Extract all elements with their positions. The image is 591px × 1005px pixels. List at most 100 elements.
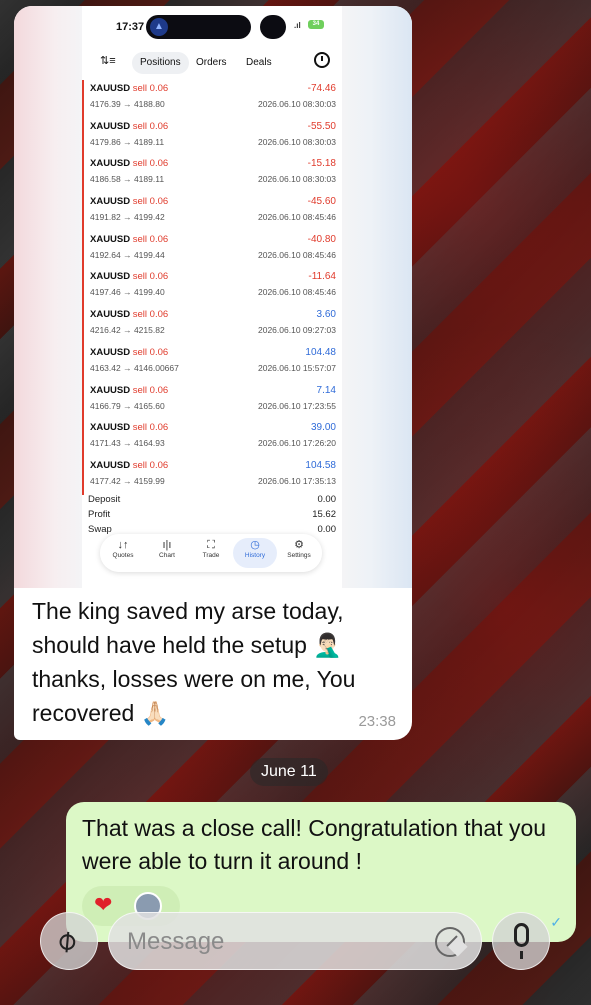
screenshot-blur-left [14, 6, 82, 588]
trade-prices: 4179.86 → 4189.11 [90, 136, 165, 147]
trade-symbol: XAUUSD sell 0.06 [90, 83, 169, 94]
trade-profit-loss: 3.60 [316, 309, 336, 321]
app-bottom-nav: ↓↑ Quotes ı|ı Chart ⛶ Trade ◷ History ⚙ Settings [100, 534, 322, 572]
trade-profit-loss: 104.48 [305, 346, 336, 358]
trade-row: XAUUSD sell 0.06 4191.82 → 4199.42 -45.60 2… [82, 193, 342, 231]
attach-button[interactable]: ⌀ [40, 912, 98, 970]
screenshot-blur-right [342, 6, 412, 588]
trade-prices: 4191.82 → 4199.42 [90, 212, 165, 223]
trade-row: XAUUSD sell 0.06 4216.42 → 4215.82 3.60 202… [82, 306, 342, 344]
trade-time: 2026.06.10 08:45:46 [258, 212, 336, 223]
status-time: 17:37 [116, 21, 145, 33]
trade-icon: ⛶ [207, 539, 215, 551]
trade-prices: 4176.39 → 4188.80 [90, 99, 165, 109]
battery-icon: 34 [308, 20, 324, 29]
tab-positions: Positions [132, 52, 189, 74]
summary-value: 15.62 [312, 509, 336, 520]
trade-row: XAUUSD sell 0.06 4177.42 → 4159.99 104.58 2… [82, 456, 342, 495]
trade-prices: 4163.42 → 4146.00667 [90, 362, 179, 373]
trade-prices: 4171.43 → 4164.93 [90, 438, 165, 449]
nav-item-chart: ı|ı Chart [145, 538, 189, 568]
history-icon: ◷ [250, 539, 260, 551]
paperclip-icon: ⌀ [48, 922, 84, 959]
dynamic-island: ▲ [146, 15, 251, 39]
trade-symbol: XAUUSD sell 0.06 [90, 422, 169, 434]
summary-row: Deposit 0.00 [82, 494, 342, 509]
outgoing-message-text: That was a close call! Congratulation th… [82, 815, 547, 874]
trade-prices: 4186.58 → 4189.11 [90, 174, 165, 185]
account-summary: Deposit 0.00 Profit 15.62 Swap 0.00 [82, 494, 342, 539]
summary-label: Profit [88, 509, 111, 520]
trade-profit-loss: -40.80 [307, 233, 336, 245]
summary-label: Swap [88, 524, 112, 535]
message-field[interactable] [108, 912, 482, 970]
summary-row: Profit 15.62 [82, 509, 342, 524]
clock-icon [314, 52, 330, 68]
trade-time: 2026.06.10 08:30:03 [258, 136, 336, 147]
trade-symbol: XAUUSD sell 0.06 [90, 271, 169, 283]
trade-row: XAUUSD sell 0.06 4197.46 → 4199.40 -11.64 2… [82, 268, 342, 307]
chart-icon: ı|ı [162, 539, 172, 551]
trade-profit-loss: -74.46 [307, 83, 336, 94]
summary-value: 0.00 [317, 524, 337, 535]
trade-profit-loss: 39.00 [310, 422, 336, 434]
trade-time: 2026.06.10 17:35:13 [258, 475, 336, 486]
nav-label: Settings [287, 552, 311, 559]
trade-symbol: XAUUSD sell 0.06 [90, 459, 169, 471]
trade-prices: 4192.64 → 4199.44 [90, 249, 165, 260]
trade-time: 2026.06.10 09:27:03 [258, 325, 336, 336]
trade-profit-loss: -45.60 [307, 196, 336, 208]
trade-time: 2026.06.10 08:30:03 [258, 99, 336, 109]
trade-symbol: XAUUSD sell 0.06 [90, 346, 169, 358]
quotes-icon: ↓↑ [117, 539, 129, 551]
history-tab-bar: ⇅≡ Positions Orders Deals [82, 44, 342, 78]
nav-label: History [244, 552, 266, 559]
nav-label: Trade [202, 552, 220, 559]
settings-icon: ⚙ [294, 539, 304, 551]
trade-row: XAUUSD sell 0.06 4192.64 → 4199.44 -40.80 2… [82, 230, 342, 269]
voice-message-button[interactable] [492, 912, 550, 970]
date-separator: June 11 [250, 758, 328, 786]
nav-item-trade: ⛶ Trade [189, 538, 233, 568]
nav-label: Quotes [112, 552, 134, 559]
sticker-icon[interactable] [435, 927, 465, 957]
trade-symbol: XAUUSD sell 0.06 [90, 233, 169, 245]
incoming-message-text: The king saved my arse today, should hav… [32, 598, 356, 726]
trade-row: XAUUSD sell 0.06 4163.42 → 4146.00667 104.… [82, 343, 342, 382]
trade-symbol: XAUUSD sell 0.06 [90, 196, 169, 208]
trade-prices: 4197.46 → 4199.40 [90, 287, 165, 298]
status-bar: 17:37 ▲ .ıl 34 [82, 6, 342, 44]
trade-profit-loss: -11.64 [308, 271, 336, 283]
trade-time: 2026.06.10 15:57:07 [258, 362, 336, 373]
message-input[interactable] [127, 927, 427, 957]
trade-symbol: XAUUSD sell 0.06 [90, 120, 169, 132]
trade-prices: 4216.42 → 4215.82 [90, 325, 165, 336]
trade-time: 2026.06.10 17:26:20 [258, 438, 336, 449]
trade-prices: 4177.42 → 4159.99 [90, 475, 165, 486]
trade-profit-loss: 104.58 [305, 459, 336, 471]
trade-time: 2026.06.10 08:30:03 [258, 174, 336, 185]
trade-profit-loss: -15.18 [307, 158, 336, 170]
nav-item-quotes: ↓↑ Quotes [101, 538, 145, 568]
camera-icon [260, 15, 286, 39]
summary-label: Deposit [88, 494, 121, 505]
nav-item-settings: ⚙ Settings [277, 538, 321, 568]
trade-profit-loss: 7.14 [316, 384, 336, 396]
trade-time: 2026.06.10 17:23:55 [258, 400, 336, 411]
incoming-message-bubble[interactable]: 17:37 ▲ .ıl 34 ⇅≡ Positions Orders Deals… [14, 6, 412, 740]
nav-label: Chart [159, 552, 175, 559]
trade-row: XAUUSD sell 0.06 4171.43 → 4164.93 39.00 20… [82, 419, 342, 457]
trade-history-screenshot[interactable]: 17:37 ▲ .ıl 34 ⇅≡ Positions Orders Deals… [14, 6, 412, 588]
trade-symbol: XAUUSD sell 0.06 [90, 158, 169, 170]
trade-time: 2026.06.10 08:45:46 [258, 249, 336, 260]
trade-symbol: XAUUSD sell 0.06 [90, 384, 169, 396]
trade-profit-loss: -55.50 [307, 120, 336, 132]
trade-symbol: XAUUSD sell 0.06 [90, 309, 169, 321]
sort-icon: ⇅≡ [100, 55, 116, 67]
summary-value: 0.00 [317, 494, 337, 505]
trade-time: 2026.06.10 08:45:46 [258, 287, 336, 298]
message-timestamp: 23:38 [358, 713, 396, 730]
trade-prices: 4166.79 → 4165.60 [90, 400, 165, 411]
nav-item-history: ◷ History [233, 538, 277, 568]
signal-icon: .ıl [294, 21, 301, 30]
